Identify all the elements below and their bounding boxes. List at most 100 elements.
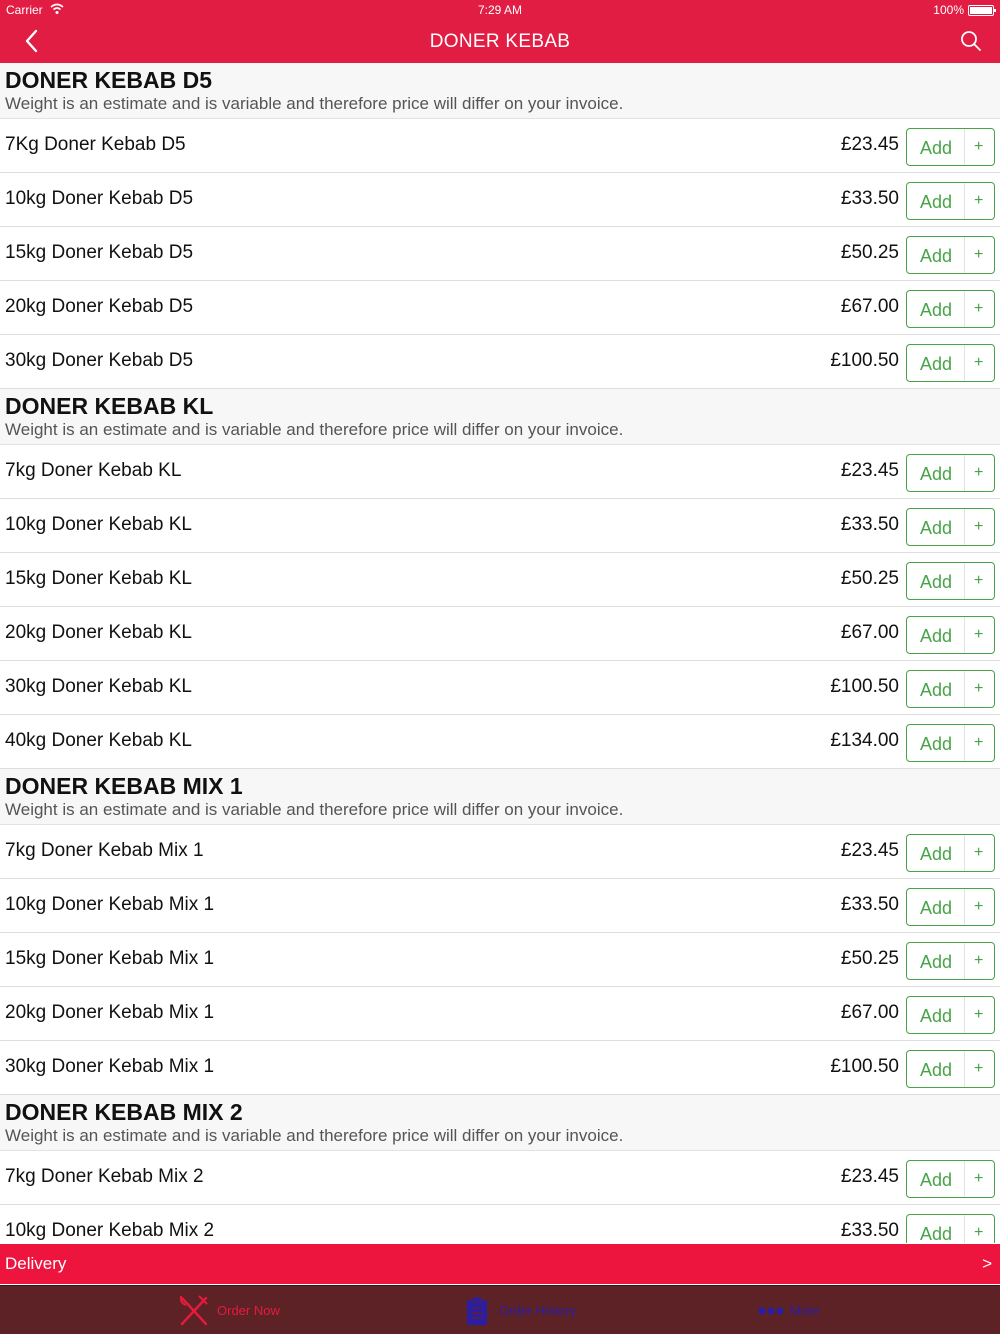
- product-price: £33.50: [840, 894, 899, 915]
- plus-icon: +: [974, 680, 984, 697]
- add-to-order-button[interactable]: Add +: [906, 888, 995, 926]
- section-title: DONER KEBAB KL: [5, 393, 214, 419]
- add-label: Add: [920, 626, 953, 646]
- add-label: Add: [920, 572, 953, 592]
- product-price: £67.00: [840, 1002, 899, 1023]
- product-name: 20kg Doner Kebab D5: [5, 296, 194, 317]
- delivery-bar[interactable]: Delivery >: [0, 1244, 1000, 1284]
- add-to-order-button[interactable]: Add +: [906, 616, 995, 654]
- add-to-order-button[interactable]: Add +: [906, 236, 995, 274]
- add-label: Add: [920, 734, 953, 754]
- add-to-order-button[interactable]: Add +: [906, 942, 995, 980]
- plus-icon: +: [974, 138, 984, 155]
- add-to-order-button[interactable]: Add +: [906, 344, 995, 382]
- tab-label: Order History: [499, 1303, 577, 1318]
- status-bar: Carrier 7:29 AM 100%: [0, 0, 1000, 20]
- add-to-order-button[interactable]: Add +: [906, 1214, 995, 1243]
- tab-order-history[interactable]: Order History: [464, 1286, 604, 1334]
- product-price: £67.00: [840, 296, 899, 317]
- product-name: 30kg Doner Kebab KL: [5, 676, 192, 697]
- product-price: £33.50: [840, 514, 899, 535]
- product-name: 20kg Doner Kebab KL: [5, 622, 192, 643]
- add-to-order-button[interactable]: Add +: [906, 128, 995, 166]
- add-label: Add: [920, 952, 953, 972]
- plus-icon: +: [974, 1060, 984, 1077]
- clock: 7:29 AM: [477, 3, 523, 17]
- product-price: £100.50: [830, 676, 899, 697]
- plus-icon: +: [974, 1170, 984, 1187]
- product-row: 15kg Doner Kebab Mix 1 £50.25 Add +: [0, 933, 1000, 987]
- plus-icon: +: [974, 246, 984, 263]
- page-title: DONER KEBAB: [429, 31, 571, 52]
- delivery-arrow-icon: >: [982, 1254, 992, 1273]
- product-name: 10kg Doner Kebab D5: [5, 188, 194, 209]
- add-to-order-button[interactable]: Add +: [906, 290, 995, 328]
- add-to-order-button[interactable]: Add +: [906, 996, 995, 1034]
- plus-icon: +: [974, 572, 984, 589]
- product-name: 30kg Doner Kebab Mix 1: [5, 1056, 215, 1077]
- add-label: Add: [920, 464, 953, 484]
- clipboard-icon: [467, 1296, 487, 1325]
- section-header: DONER KEBAB D5 Weight is an estimate and…: [0, 63, 1000, 119]
- product-row: 30kg Doner Kebab D5 £100.50 Add +: [0, 335, 1000, 389]
- product-name: 30kg Doner Kebab D5: [5, 350, 194, 371]
- add-to-order-button[interactable]: Add +: [906, 508, 995, 546]
- add-to-order-button[interactable]: Add +: [906, 182, 995, 220]
- search-icon[interactable]: [960, 30, 982, 52]
- add-label: Add: [920, 246, 953, 266]
- plus-icon: +: [974, 464, 984, 481]
- add-label: Add: [920, 354, 953, 374]
- add-to-order-button[interactable]: Add +: [906, 670, 995, 708]
- section-title: DONER KEBAB MIX 2: [5, 1099, 243, 1125]
- add-label: Add: [920, 1060, 953, 1080]
- product-name: 7Kg Doner Kebab D5: [5, 134, 186, 155]
- product-price: £50.25: [840, 948, 899, 969]
- product-row: 10kg Doner Kebab D5 £33.50 Add +: [0, 173, 1000, 227]
- product-row: 10kg Doner Kebab Mix 1 £33.50 Add +: [0, 879, 1000, 933]
- plus-icon: +: [974, 1224, 984, 1241]
- product-name: 10kg Doner Kebab Mix 2: [5, 1220, 215, 1241]
- product-name: 20kg Doner Kebab Mix 1: [5, 1002, 215, 1023]
- product-name: 7kg Doner Kebab Mix 1: [5, 840, 204, 861]
- plus-icon: +: [974, 952, 984, 969]
- product-name: 7kg Doner Kebab KL: [5, 460, 182, 481]
- product-price: £33.50: [840, 188, 899, 209]
- product-row: 30kg Doner Kebab KL £100.50 Add +: [0, 661, 1000, 715]
- add-to-order-button[interactable]: Add +: [906, 454, 995, 492]
- plus-icon: +: [974, 844, 984, 861]
- add-to-order-button[interactable]: Add +: [906, 834, 995, 872]
- product-price: £23.45: [840, 134, 899, 155]
- plus-icon: +: [974, 1006, 984, 1023]
- product-row: 15kg Doner Kebab KL £50.25 Add +: [0, 553, 1000, 607]
- product-row: 10kg Doner Kebab KL £33.50 Add +: [0, 499, 1000, 553]
- product-row: 7kg Doner Kebab Mix 2 £23.45 Add +: [0, 1151, 1000, 1205]
- add-label: Add: [920, 1006, 953, 1026]
- add-label: Add: [920, 844, 953, 864]
- tab-more[interactable]: More: [756, 1286, 836, 1334]
- tab-bar: Order Now Order History More: [0, 1285, 1000, 1334]
- plus-icon: +: [974, 898, 984, 915]
- section-note: Weight is an estimate and is variable an…: [5, 94, 624, 113]
- product-row: 20kg Doner Kebab Mix 1 £67.00 Add +: [0, 987, 1000, 1041]
- product-price: £100.50: [830, 1056, 899, 1077]
- product-name: 10kg Doner Kebab Mix 1: [5, 894, 215, 915]
- add-label: Add: [920, 1170, 953, 1190]
- section-header: DONER KEBAB MIX 2 Weight is an estimate …: [0, 1095, 1000, 1151]
- add-to-order-button[interactable]: Add +: [906, 1160, 995, 1198]
- product-row: 20kg Doner Kebab KL £67.00 Add +: [0, 607, 1000, 661]
- add-label: Add: [920, 192, 953, 212]
- add-to-order-button[interactable]: Add +: [906, 724, 995, 762]
- section-note: Weight is an estimate and is variable an…: [5, 1126, 624, 1145]
- plus-icon: +: [974, 192, 984, 209]
- section-title: DONER KEBAB MIX 1: [5, 773, 243, 799]
- product-row: 40kg Doner Kebab KL £134.00 Add +: [0, 715, 1000, 769]
- product-row: 7Kg Doner Kebab D5 £23.45 Add +: [0, 119, 1000, 173]
- product-price: £67.00: [840, 622, 899, 643]
- plus-icon: +: [974, 626, 984, 643]
- navigation-bar: DONER KEBAB: [0, 20, 1000, 63]
- add-to-order-button[interactable]: Add +: [906, 562, 995, 600]
- plus-icon: +: [974, 518, 984, 535]
- product-list[interactable]: DONER KEBAB D5 Weight is an estimate and…: [0, 63, 1000, 1243]
- tab-order-now[interactable]: Order Now: [176, 1286, 306, 1334]
- add-to-order-button[interactable]: Add +: [906, 1050, 995, 1088]
